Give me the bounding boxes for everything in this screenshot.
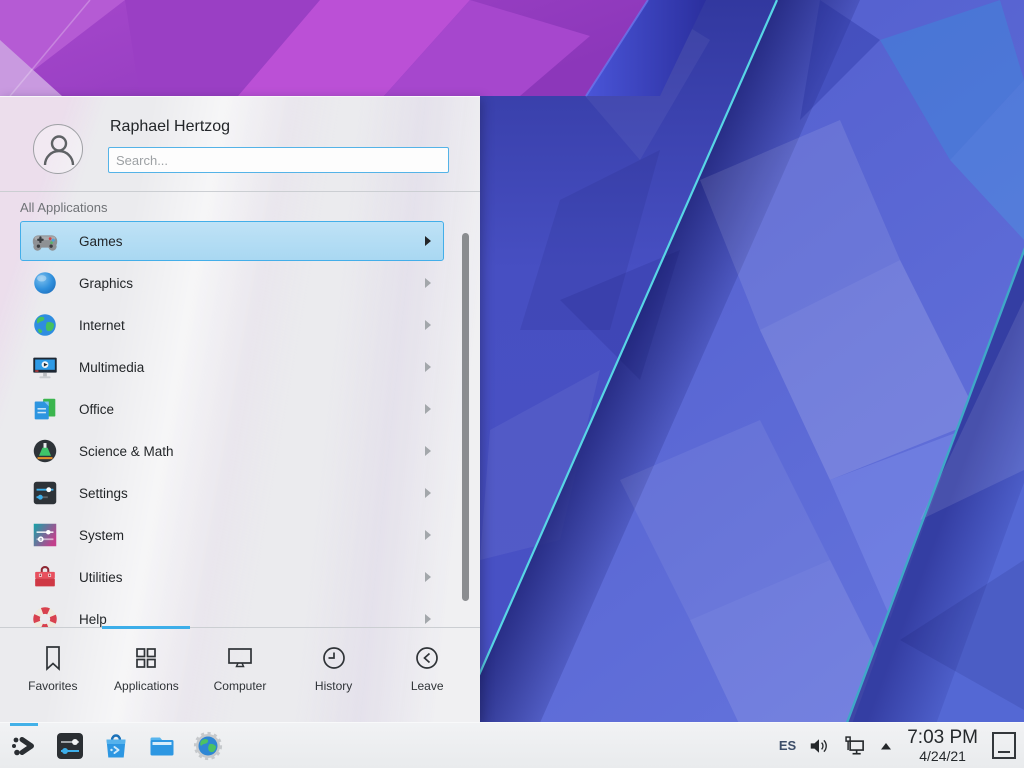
chevron-right-icon — [425, 404, 431, 414]
globe-icon — [30, 310, 60, 340]
utilities-toolbox-icon — [30, 562, 60, 592]
category-label: Help — [79, 612, 107, 627]
section-label: All Applications — [20, 200, 107, 215]
tab-history[interactable]: History — [287, 642, 381, 723]
tab-label: History — [315, 679, 352, 693]
leave-icon — [411, 642, 443, 674]
taskbar-app-icons — [0, 730, 224, 762]
category-list: Games Graphics — [0, 221, 480, 627]
category-label: Office — [79, 402, 114, 417]
chevron-right-icon — [425, 488, 431, 498]
tab-leave[interactable]: Leave — [380, 642, 474, 723]
kde-launcher-icon — [8, 730, 40, 762]
chevron-right-icon — [425, 236, 431, 246]
category-row-graphics[interactable]: Graphics — [20, 263, 444, 303]
clock-time: 7:03 PM — [907, 728, 978, 747]
volume-icon[interactable] — [807, 734, 831, 758]
chevron-right-icon — [425, 320, 431, 330]
launcher-header: Raphael Hertzog — [0, 97, 480, 191]
help-lifesaver-icon — [30, 604, 60, 627]
tab-favorites[interactable]: Favorites — [6, 642, 100, 723]
web-browser-button[interactable] — [192, 730, 224, 762]
category-row-office[interactable]: Office — [20, 389, 444, 429]
category-row-internet[interactable]: Internet — [20, 305, 444, 345]
discover-button[interactable] — [100, 730, 132, 762]
category-row-multimedia[interactable]: Multimedia — [20, 347, 444, 387]
computer-icon — [224, 642, 256, 674]
system-sliders-icon — [30, 520, 60, 550]
science-flask-icon — [30, 436, 60, 466]
system-tray: ES 7:03 PM 4/24/21 — [779, 728, 1024, 763]
browser-globe-icon — [192, 730, 224, 762]
app-grid-icon — [130, 642, 162, 674]
category-label: Games — [79, 234, 123, 249]
application-launcher-popup: Raphael Hertzog All Applications Games — [0, 96, 480, 722]
expand-tray-icon[interactable] — [879, 740, 893, 752]
category-label: Multimedia — [79, 360, 144, 375]
system-settings-button[interactable] — [54, 730, 86, 762]
active-app-indicator — [10, 723, 38, 726]
tab-applications[interactable]: Applications — [100, 642, 194, 723]
tab-computer[interactable]: Computer — [193, 642, 287, 723]
settings-sliders-icon — [30, 478, 60, 508]
tab-label: Favorites — [28, 679, 77, 693]
tab-label: Leave — [411, 679, 444, 693]
show-desktop-button[interactable] — [992, 732, 1016, 759]
folder-icon — [146, 730, 178, 762]
chevron-right-icon — [425, 278, 431, 288]
category-row-science-math[interactable]: Science & Math — [20, 431, 444, 471]
category-row-help[interactable]: Help — [20, 599, 444, 627]
network-icon[interactable] — [842, 733, 868, 759]
digital-clock[interactable]: 7:03 PM 4/24/21 — [907, 728, 978, 763]
desktop: Raphael Hertzog All Applications Games — [0, 0, 1024, 768]
show-desktop-icon — [998, 751, 1010, 753]
graphics-sphere-icon — [30, 268, 60, 298]
clock-icon — [318, 642, 350, 674]
chevron-right-icon — [425, 614, 431, 624]
multimedia-monitor-icon — [30, 352, 60, 382]
bookmark-icon — [37, 642, 69, 674]
clock-date: 4/24/21 — [907, 749, 978, 763]
keyboard-layout-indicator[interactable]: ES — [779, 738, 796, 753]
category-label: System — [79, 528, 124, 543]
chevron-right-icon — [425, 572, 431, 582]
user-icon — [34, 125, 84, 175]
taskbar-panel: ES 7:03 PM 4/24/21 — [0, 722, 1024, 768]
category-label: Graphics — [79, 276, 133, 291]
chevron-right-icon — [425, 446, 431, 456]
header-separator — [0, 191, 480, 192]
discover-icon — [100, 730, 132, 762]
category-row-games[interactable]: Games — [20, 221, 444, 261]
chevron-right-icon — [425, 530, 431, 540]
search-input[interactable] — [108, 147, 449, 173]
category-row-system[interactable]: System — [20, 515, 444, 555]
office-document-icon — [30, 394, 60, 424]
tab-label: Computer — [214, 679, 267, 693]
category-label: Utilities — [79, 570, 123, 585]
scrollbar-thumb[interactable] — [462, 233, 469, 601]
file-manager-button[interactable] — [146, 730, 178, 762]
gamepad-icon — [30, 226, 60, 256]
category-label: Internet — [79, 318, 125, 333]
category-row-settings[interactable]: Settings — [20, 473, 444, 513]
user-avatar — [33, 124, 83, 174]
chevron-right-icon — [425, 362, 431, 372]
launcher-tab-bar: Favorites Applications Computer — [0, 628, 480, 723]
system-settings-icon — [54, 730, 86, 762]
application-launcher-button[interactable] — [8, 730, 40, 762]
category-label: Settings — [79, 486, 128, 501]
user-name: Raphael Hertzog — [110, 118, 230, 136]
category-label: Science & Math — [79, 444, 174, 459]
category-row-utilities[interactable]: Utilities — [20, 557, 444, 597]
tab-label: Applications — [114, 679, 179, 693]
